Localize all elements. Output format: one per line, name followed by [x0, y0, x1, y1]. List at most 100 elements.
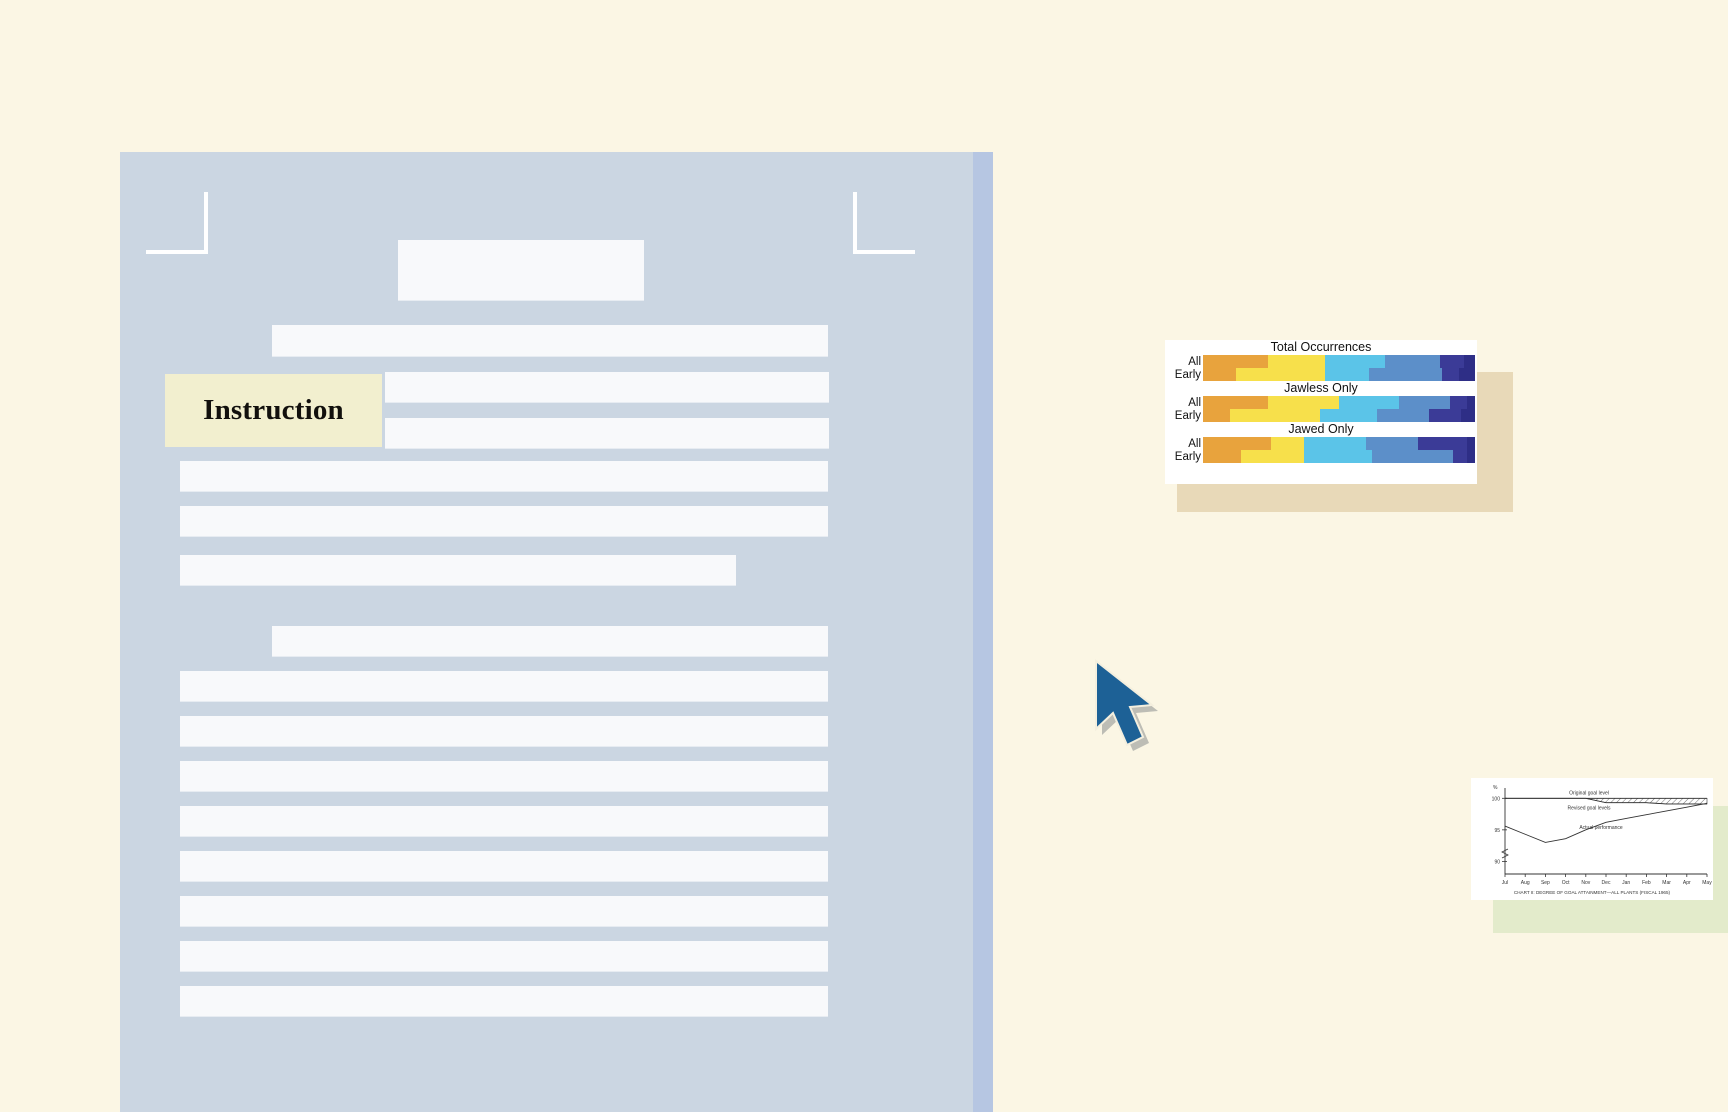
bar-segment	[1325, 355, 1386, 368]
bar-segment	[1450, 396, 1467, 409]
bar-segment	[1442, 368, 1459, 381]
bar-row[interactable]: All	[1188, 355, 1475, 368]
bar-segment	[1203, 450, 1242, 463]
bar-segment	[1235, 368, 1326, 381]
bar-panel: Total Occurrences All Early	[1165, 340, 1477, 381]
bar-segment	[1466, 396, 1475, 409]
bar-segment	[1203, 396, 1269, 409]
document-text-line	[180, 986, 828, 1016]
x-tick-label: Jan	[1622, 880, 1630, 886]
label-actual-performance: Actual performance	[1579, 825, 1623, 831]
bar-segment	[1371, 450, 1454, 463]
document-text-line	[272, 325, 828, 356]
bar-segment	[1230, 409, 1320, 422]
bar-segment	[1203, 437, 1271, 450]
bar-segment	[1303, 437, 1367, 450]
bar-segment	[1303, 450, 1372, 463]
label-original-goal-level: Original goal level	[1569, 790, 1609, 796]
document-text-line	[180, 671, 828, 701]
bar-segment	[1377, 409, 1429, 422]
bar-rows: All Early	[1175, 396, 1475, 422]
y-tick-label: 100	[1492, 796, 1501, 802]
corner-mark-top-right-icon	[853, 192, 915, 254]
bar-segment	[1466, 450, 1475, 463]
bar-rows: All Early	[1175, 355, 1475, 381]
axis-break-icon	[1501, 848, 1509, 859]
chart-caption: CHART II: DEGREE OF GOAL ATTAINMENT—ALL …	[1514, 890, 1671, 895]
bar-segment	[1366, 437, 1418, 450]
bar-row[interactable]: Early	[1175, 450, 1475, 463]
document-text-line	[398, 240, 644, 300]
document-text-line	[272, 626, 828, 656]
bar-row-label: All	[1188, 355, 1201, 368]
bar-row-label: All	[1188, 396, 1201, 409]
bar-row-label: Early	[1174, 450, 1201, 463]
document-text-line	[180, 806, 828, 836]
bar-row[interactable]: Early	[1175, 368, 1475, 381]
x-tick-label: Sep	[1541, 880, 1550, 886]
bar-chart-card[interactable]: Total Occurrences All Early Jawless Only All…	[1165, 340, 1477, 484]
bar-rows: All Early	[1175, 437, 1475, 463]
document-text-line	[180, 506, 828, 536]
bar-segment	[1461, 409, 1475, 422]
x-tick-label: Dec	[1602, 880, 1611, 886]
bar-segment	[1428, 409, 1462, 422]
bar-panel-title: Total Occurrences	[1270, 340, 1372, 354]
document-text-line	[180, 716, 828, 746]
document-text-line	[385, 418, 829, 448]
x-tick-label: May	[1702, 880, 1712, 886]
bar-segment	[1203, 368, 1236, 381]
bar-segment	[1268, 396, 1339, 409]
line-chart-figure[interactable]: % 90 95 100 Jul Aug Sep Oct Nov Dec Jan Feb Mar Apr Ma…	[1471, 778, 1728, 933]
document-page[interactable]: Instruction	[120, 152, 993, 1112]
document-text-line	[180, 555, 736, 585]
label-revised-goal-levels: Revised goal levels	[1567, 805, 1611, 811]
x-tick-label: Feb	[1642, 880, 1651, 886]
bar-segment	[1268, 355, 1326, 368]
x-tick-label: Jul	[1502, 880, 1508, 886]
bar-segment	[1319, 409, 1378, 422]
bar-panel-title: Jawed Only	[1288, 422, 1354, 436]
bar-segment	[1417, 437, 1467, 450]
x-tick-label: Nov	[1581, 880, 1590, 886]
y-tick-label: 95	[1494, 828, 1500, 834]
y-axis-unit: %	[1493, 785, 1498, 791]
bar-segment	[1325, 368, 1369, 381]
x-tick-label: Mar	[1662, 880, 1671, 886]
bar-segment	[1458, 368, 1475, 381]
document-text-line	[385, 372, 829, 402]
bar-panel: Jawed Only All Early	[1165, 422, 1477, 463]
bar-row-label: Early	[1174, 409, 1201, 422]
mouse-pointer-icon	[1086, 653, 1176, 753]
stacked-bar-figure[interactable]: Total Occurrences All Early Jawless Only All…	[1165, 340, 1513, 512]
bar-panel: Jawless Only All Early	[1165, 381, 1477, 422]
bar-segment	[1203, 355, 1269, 368]
bar-segment	[1398, 396, 1451, 409]
cursor-arrow	[1095, 658, 1155, 747]
bar-segment	[1271, 437, 1304, 450]
document-text-line	[180, 941, 828, 971]
bar-row[interactable]: All	[1188, 396, 1475, 409]
bar-panel-title: Jawless Only	[1284, 381, 1358, 395]
corner-mark-top-left-icon	[146, 192, 208, 254]
workspace-canvas: Instruction Total Occurrences All Early Jaw…	[0, 0, 1728, 1112]
document-text-line	[180, 761, 828, 791]
bar-segment	[1368, 368, 1443, 381]
x-tick-label: Oct	[1562, 880, 1570, 886]
bar-row[interactable]: Early	[1175, 409, 1475, 422]
bar-segment	[1439, 355, 1465, 368]
document-text-line	[180, 461, 828, 491]
bar-row-label: All	[1188, 437, 1201, 450]
line-chart-card[interactable]: % 90 95 100 Jul Aug Sep Oct Nov Dec Jan Feb Mar Apr Ma…	[1471, 778, 1713, 900]
line-chart-svg: % 90 95 100 Jul Aug Sep Oct Nov Dec Jan Feb Mar Apr Ma…	[1492, 785, 1713, 895]
document-text-line	[180, 896, 828, 926]
cursor-shadow	[1102, 667, 1158, 751]
document-page-edge	[973, 152, 993, 1112]
instruction-label: Instruction	[203, 394, 344, 426]
bar-row[interactable]: All	[1188, 437, 1475, 450]
document-text-line	[180, 851, 828, 881]
x-tick-label: Aug	[1521, 880, 1530, 886]
bar-segment	[1203, 409, 1231, 422]
bar-segment	[1385, 355, 1440, 368]
instruction-callout[interactable]: Instruction	[165, 374, 382, 447]
